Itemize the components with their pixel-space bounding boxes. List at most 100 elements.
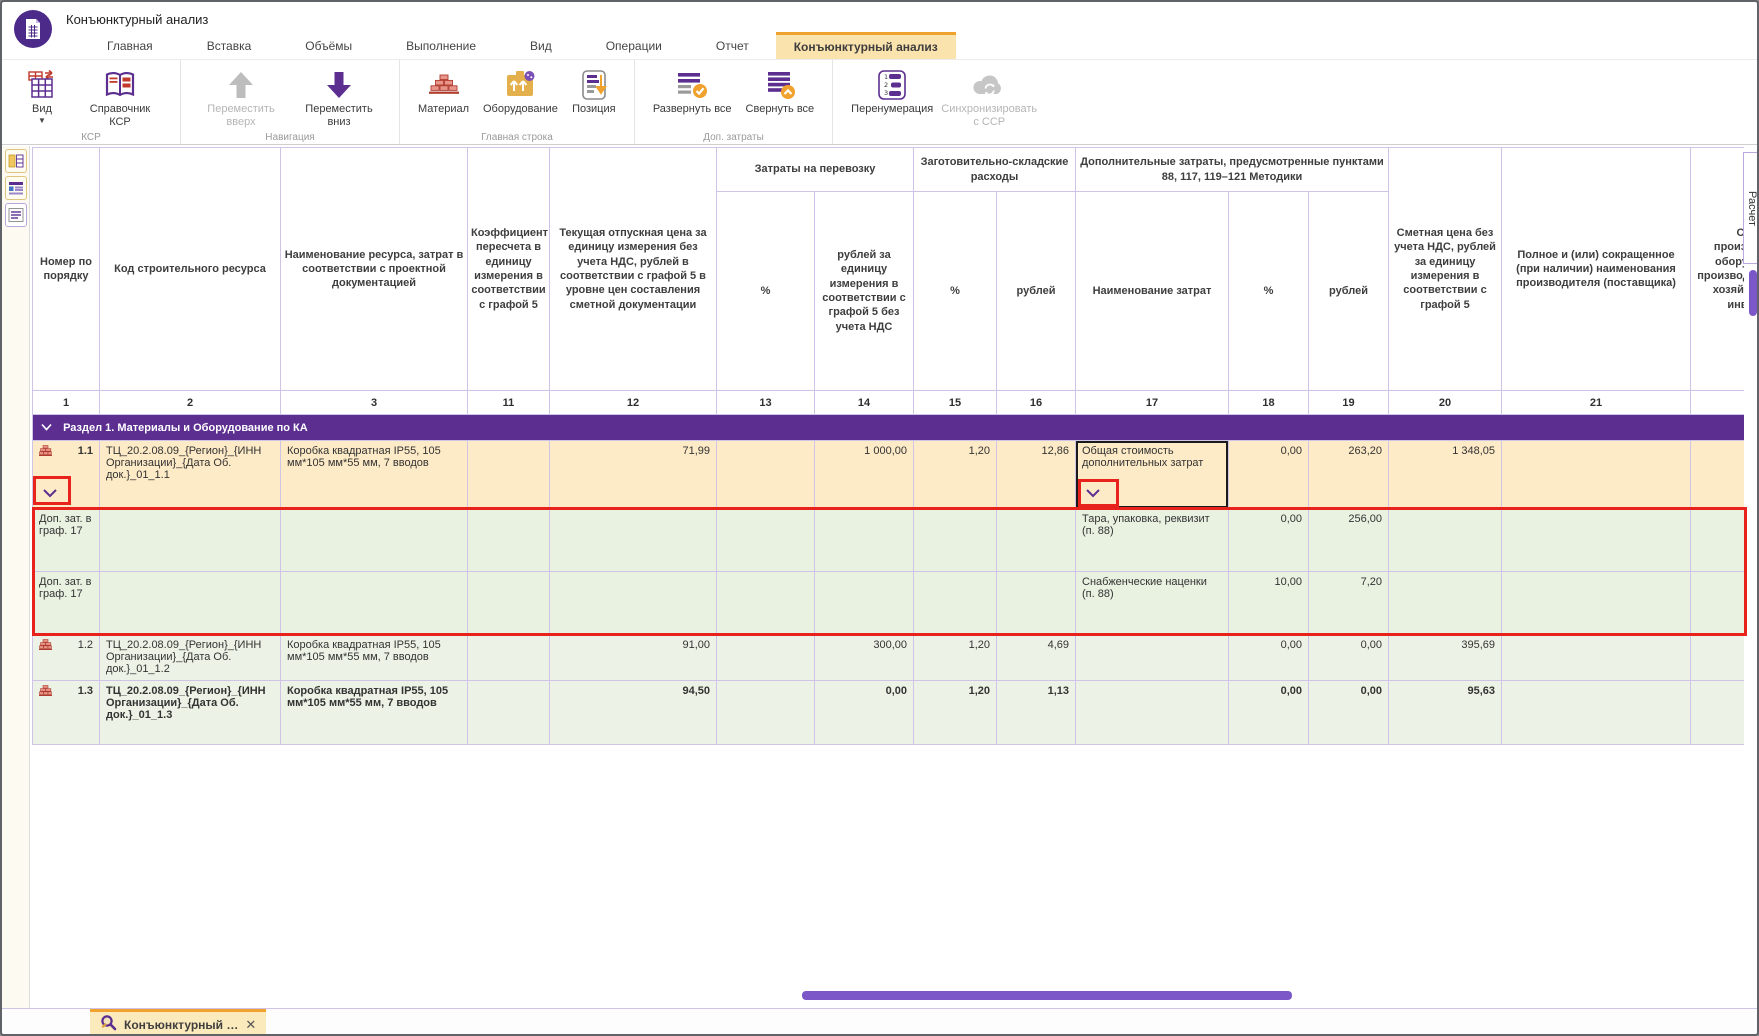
grid-cell[interactable] — [1502, 509, 1691, 572]
grid-cell[interactable] — [1076, 635, 1229, 681]
tab-volumes[interactable]: Объёмы — [278, 32, 379, 59]
section-collapse-icon[interactable] — [41, 422, 55, 434]
grid-cell[interactable]: 1,20 — [914, 441, 997, 509]
tab-report[interactable]: Отчет — [689, 32, 776, 59]
grid-cell[interactable] — [1691, 681, 1744, 745]
tab-conjuncture-analysis[interactable]: Конъюнктурный анализ — [776, 32, 956, 59]
grid-cell[interactable]: 263,20 — [1309, 441, 1389, 509]
ksr-reference-button[interactable]: Справочник КСР — [74, 66, 166, 130]
tab-insert[interactable]: Вставка — [180, 32, 279, 59]
cost-name-cell[interactable]: Тара, упаковка, реквизит (п. 88) — [1076, 509, 1229, 572]
grid-cell[interactable] — [1691, 572, 1744, 635]
grid-cell[interactable] — [1389, 509, 1502, 572]
grid-cell[interactable] — [550, 572, 717, 635]
vertical-scrollbar-thumb[interactable] — [1749, 270, 1757, 316]
grid-cell[interactable] — [1691, 635, 1744, 681]
grid-cell[interactable]: 12,86 — [997, 441, 1076, 509]
equipment-button[interactable]: Оборудование — [479, 66, 562, 118]
grid-cell[interactable] — [1691, 441, 1744, 509]
grid-cell[interactable]: 0,00 — [1309, 681, 1389, 745]
grid-cell[interactable] — [468, 681, 550, 745]
grid-cell[interactable] — [1502, 681, 1691, 745]
collapse-all-button[interactable]: Свернуть все — [742, 66, 819, 118]
subrow-label-cell[interactable]: Доп. зат. в граф. 17 — [33, 509, 100, 572]
grid-cell[interactable] — [717, 572, 815, 635]
cost-name-cell[interactable]: Снабженческие наценки (п. 88) — [1076, 572, 1229, 635]
horizontal-scrollbar-thumb[interactable] — [802, 991, 1292, 1000]
grid-cell[interactable]: 0,00 — [1229, 509, 1309, 572]
renumber-button[interactable]: 1 2 3 Перенумерация — [847, 66, 937, 118]
grid-cell[interactable]: 0,00 — [815, 681, 914, 745]
document-tab-conjuncture[interactable]: Конъюнктурный … ✕ — [90, 1009, 266, 1036]
grid-cell[interactable] — [914, 572, 997, 635]
grid-cell[interactable]: 0,00 — [1229, 681, 1309, 745]
price-cell[interactable]: 91,00 — [550, 635, 717, 681]
sync-ssr-button[interactable]: Синхронизировать с ССР — [943, 66, 1035, 130]
grid-cell[interactable] — [1389, 572, 1502, 635]
grid-cell[interactable]: 7,20 — [1309, 572, 1389, 635]
grid-cell[interactable] — [815, 572, 914, 635]
grid-cell[interactable]: 1,13 — [997, 681, 1076, 745]
grid-cell[interactable] — [468, 572, 550, 635]
resource-name-cell[interactable]: Коробка квадратная IP55, 105 мм*105 мм*5… — [281, 441, 468, 509]
resource-code-cell[interactable]: ТЦ_20.2.08.09_{Регион}_{ИНН Организации}… — [100, 441, 281, 509]
move-up-button[interactable]: Переместить вверх — [195, 66, 287, 130]
material-button[interactable]: Материал — [414, 66, 473, 118]
grid-view-3-icon[interactable] — [5, 203, 27, 227]
section-row[interactable]: Раздел 1. Материалы и Оборудование по КА — [33, 415, 1745, 441]
grid-cell[interactable]: 300,00 — [815, 635, 914, 681]
cost-expand-chevron-icon[interactable] — [1085, 488, 1101, 501]
grid-cell[interactable]: 1 000,00 — [815, 441, 914, 509]
grid-cell[interactable] — [100, 572, 281, 635]
tab-home[interactable]: Главная — [80, 32, 180, 59]
view-button[interactable]: Вид ▼ — [16, 66, 68, 127]
grid-view-1-icon[interactable] — [5, 149, 27, 173]
subrow-label-cell[interactable]: Доп. зат. в граф. 17 — [33, 572, 100, 635]
grid-cell[interactable] — [1691, 509, 1744, 572]
grid-cell[interactable] — [1502, 572, 1691, 635]
move-down-button[interactable]: Переместить вниз — [293, 66, 385, 130]
grid-cell[interactable] — [281, 509, 468, 572]
grid-cell[interactable]: 0,00 — [1309, 635, 1389, 681]
grid-cell[interactable] — [997, 572, 1076, 635]
row-number-cell[interactable]: 1.2 — [33, 635, 100, 681]
price-cell[interactable]: 94,50 — [550, 681, 717, 745]
close-icon[interactable]: ✕ — [245, 1017, 256, 1033]
grid-cell[interactable]: 1,20 — [914, 681, 997, 745]
grid-cell[interactable] — [717, 509, 815, 572]
resource-name-cell[interactable]: Коробка квадратная IP55, 105 мм*105 мм*5… — [281, 635, 468, 681]
grid-view-2-icon[interactable] — [5, 176, 27, 200]
grid-cell[interactable]: 0,00 — [1229, 635, 1309, 681]
row-expand-chevron-icon[interactable] — [42, 488, 58, 501]
grid-cell[interactable] — [468, 635, 550, 681]
grid-cell[interactable] — [468, 441, 550, 509]
resource-code-cell[interactable]: ТЦ_20.2.08.09_{Регион}_{ИНН Организации}… — [100, 635, 281, 681]
grid-cell[interactable] — [281, 572, 468, 635]
grid-cell[interactable] — [1502, 441, 1691, 509]
tab-view[interactable]: Вид — [503, 32, 579, 59]
grid-cell[interactable] — [717, 681, 815, 745]
grid-cell[interactable] — [815, 509, 914, 572]
grid-cell[interactable]: 395,69 — [1389, 635, 1502, 681]
grid-cell[interactable]: 95,63 — [1389, 681, 1502, 745]
grid-cell[interactable]: 4,69 — [997, 635, 1076, 681]
resource-name-cell[interactable]: Коробка квадратная IP55, 105 мм*105 мм*5… — [281, 681, 468, 745]
resource-code-cell[interactable]: ТЦ_20.2.08.09_{Регион}_{ИНН Организации}… — [100, 681, 281, 745]
grid-cell[interactable] — [1502, 635, 1691, 681]
grid-cell[interactable] — [914, 509, 997, 572]
selected-cost-name-cell[interactable]: Общая стоимость дополнительных затрат — [1076, 441, 1229, 509]
price-cell[interactable]: 71,99 — [550, 441, 717, 509]
grid-cell[interactable] — [468, 509, 550, 572]
grid-cell[interactable] — [717, 441, 815, 509]
row-number-cell[interactable]: 1.3 — [33, 681, 100, 745]
grid-cell[interactable]: 10,00 — [1229, 572, 1309, 635]
grid-cell[interactable]: 1,20 — [914, 635, 997, 681]
tab-calculation[interactable]: Расчет — [1743, 152, 1759, 264]
grid-cell[interactable] — [717, 635, 815, 681]
grid-cell[interactable] — [100, 509, 281, 572]
grid-cell[interactable] — [997, 509, 1076, 572]
grid-cell[interactable]: 0,00 — [1229, 441, 1309, 509]
tab-operations[interactable]: Операции — [579, 32, 689, 59]
expand-all-button[interactable]: Развернуть все — [649, 66, 736, 118]
grid-cell[interactable]: 256,00 — [1309, 509, 1389, 572]
